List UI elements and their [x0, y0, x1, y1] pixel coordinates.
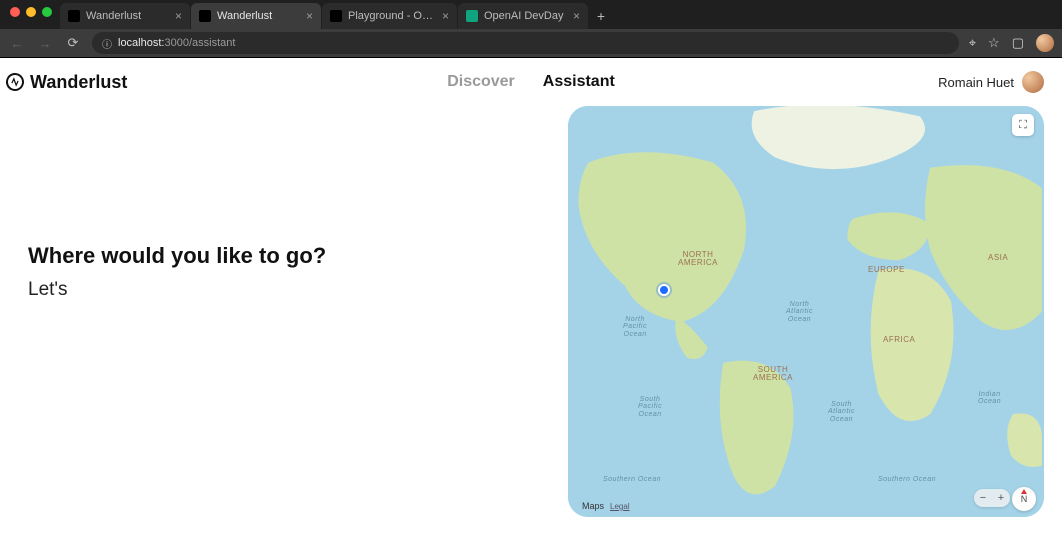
- maps-legal-link[interactable]: Legal: [610, 502, 630, 511]
- nav-discover[interactable]: Discover: [447, 73, 515, 91]
- map-label-indian: IndianOcean: [978, 391, 1001, 406]
- tab-title: Wanderlust: [217, 10, 300, 22]
- tab-close-button[interactable]: ×: [567, 9, 580, 23]
- map-label-north-america: NORTHAMERICA: [678, 251, 718, 268]
- tab-1[interactable]: Wanderlust ×: [191, 3, 321, 29]
- top-nav: Discover Assistant: [447, 73, 615, 91]
- map-zoom-control: − +: [974, 489, 1010, 507]
- nav-assistant[interactable]: Assistant: [543, 73, 615, 91]
- toolbar-right: ⌖ ☆ ▢: [969, 34, 1054, 52]
- zoom-out-button[interactable]: −: [980, 492, 986, 504]
- page-content: Wanderlust Discover Assistant Romain Hue…: [0, 58, 1062, 535]
- content: Where would you like to go?: [0, 106, 1062, 535]
- new-tab-button[interactable]: +: [589, 4, 613, 28]
- sidepanel-icon[interactable]: ▢: [1012, 35, 1024, 51]
- prompt-heading: Where would you like to go?: [28, 243, 548, 269]
- prompt-panel: Where would you like to go?: [28, 106, 548, 517]
- map-label-satlantic: SouthAtlanticOcean: [828, 401, 855, 423]
- map-3d-icon: ⛶: [1019, 119, 1027, 132]
- brand-logo-icon: [3, 70, 26, 93]
- browser-chrome: Wanderlust × Wanderlust × Playground - O…: [0, 0, 1062, 58]
- user-avatar[interactable]: [1022, 71, 1044, 93]
- tab-close-button[interactable]: ×: [300, 9, 313, 23]
- favicon-icon: [330, 10, 342, 22]
- prompt-input-wrap[interactable]: [28, 279, 548, 301]
- app-topbar: Wanderlust Discover Assistant Romain Hue…: [0, 58, 1062, 106]
- prompt-input[interactable]: [28, 279, 548, 301]
- url-host: localhost:: [118, 37, 164, 49]
- site-info-icon[interactable]: ⓘ: [102, 36, 112, 51]
- window-controls: [6, 0, 60, 29]
- map-label-southern-r: Southern Ocean: [878, 476, 936, 483]
- tab-title: OpenAI DevDay: [484, 10, 567, 22]
- map-label-southern-l: Southern Ocean: [603, 476, 661, 483]
- map-panel[interactable]: NORTHAMERICA SOUTHAMERICA EUROPE AFRICA …: [568, 106, 1044, 517]
- zoom-in-button[interactable]: +: [998, 492, 1004, 504]
- map-label-natlantic: NorthAtlanticOcean: [786, 301, 813, 323]
- map-attribution: Maps Legal: [576, 501, 630, 511]
- tab-close-button[interactable]: ×: [436, 9, 449, 23]
- url-text: localhost:3000/assistant: [118, 37, 235, 49]
- compass-label: N: [1021, 494, 1028, 504]
- profile-avatar[interactable]: [1036, 34, 1054, 52]
- brand[interactable]: Wanderlust: [6, 72, 127, 93]
- favicon-icon: [68, 10, 80, 22]
- bookmark-icon[interactable]: ☆: [988, 35, 1000, 51]
- favicon-icon: [466, 10, 478, 22]
- tab-3[interactable]: OpenAI DevDay ×: [458, 3, 588, 29]
- user-block[interactable]: Romain Huet: [938, 71, 1044, 93]
- map-label-europe: EUROPE: [868, 266, 905, 274]
- back-button[interactable]: ←: [8, 36, 26, 51]
- tab-strip: Wanderlust × Wanderlust × Playground - O…: [0, 0, 1062, 29]
- map-label-africa: AFRICA: [883, 336, 915, 344]
- forward-button[interactable]: →: [36, 36, 54, 51]
- reload-button[interactable]: ⟳: [64, 35, 82, 51]
- maps-attr-text: Maps: [582, 501, 604, 511]
- brand-name: Wanderlust: [30, 72, 127, 93]
- favicon-icon: [199, 10, 211, 22]
- tab-title: Playground - OpenAI API: [348, 10, 436, 22]
- window-minimize-button[interactable]: [26, 7, 36, 17]
- map-label-asia: ASIA: [988, 254, 1008, 262]
- map-compass-button[interactable]: N: [1012, 487, 1036, 511]
- map-label-spacific: SouthPacificOcean: [638, 396, 662, 418]
- tab-2[interactable]: Playground - OpenAI API ×: [322, 3, 457, 29]
- user-name: Romain Huet: [938, 75, 1014, 90]
- location-icon[interactable]: ⌖: [969, 35, 976, 51]
- address-bar[interactable]: ⓘ localhost:3000/assistant: [92, 32, 959, 54]
- browser-toolbar: ← → ⟳ ⓘ localhost:3000/assistant ⌖ ☆ ▢: [0, 29, 1062, 57]
- map-label-south-america: SOUTHAMERICA: [753, 366, 793, 383]
- tab-close-button[interactable]: ×: [169, 9, 182, 23]
- map-label-npacific: NorthPacificOcean: [623, 316, 647, 338]
- tab-title: Wanderlust: [86, 10, 169, 22]
- url-path: 3000/assistant: [164, 37, 235, 49]
- user-location-dot: [658, 284, 670, 296]
- window-close-button[interactable]: [10, 7, 20, 17]
- tab-0[interactable]: Wanderlust ×: [60, 3, 190, 29]
- map-3d-button[interactable]: ⛶: [1012, 114, 1034, 136]
- window-zoom-button[interactable]: [42, 7, 52, 17]
